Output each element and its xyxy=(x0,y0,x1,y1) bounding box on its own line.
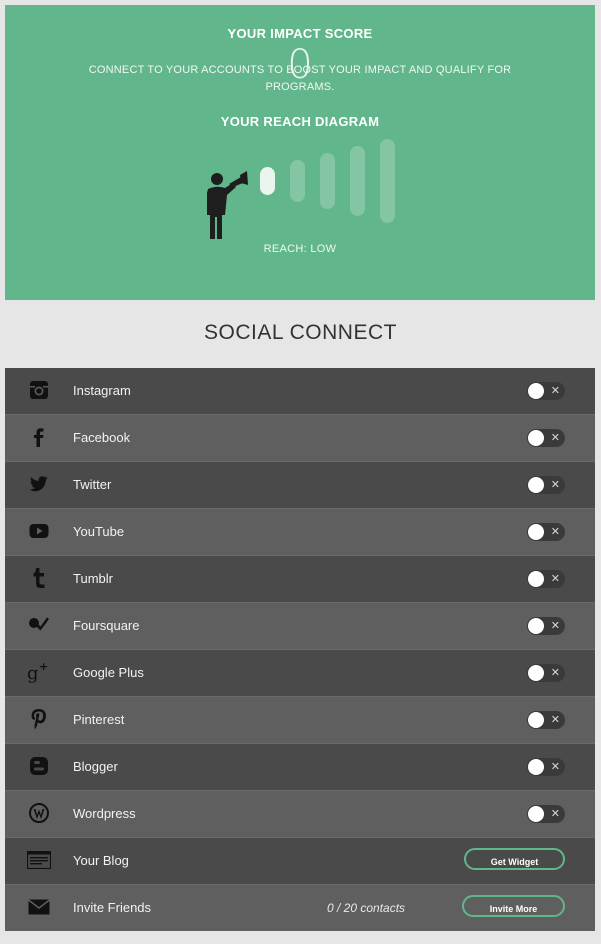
toggle-off-icon: ✕ xyxy=(550,573,560,585)
google-plus-connect-toggle[interactable]: ✕ xyxy=(527,664,565,682)
reach-bar-5 xyxy=(380,139,395,223)
toggle-off-icon: ✕ xyxy=(550,385,560,397)
reach-bar-2 xyxy=(290,160,305,202)
twitter-icon xyxy=(27,472,51,496)
reach-bar-4 xyxy=(350,146,365,216)
toggle-off-icon: ✕ xyxy=(550,808,560,820)
account-label: Google Plus xyxy=(73,665,144,680)
twitter-connect-toggle[interactable]: ✕ xyxy=(527,476,565,494)
foursquare-connect-toggle[interactable]: ✕ xyxy=(527,617,565,635)
account-row-facebook: Facebook ✕ xyxy=(5,415,595,462)
blogger-icon xyxy=(27,754,51,778)
account-row-wordpress: Wordpress ✕ xyxy=(5,791,595,838)
account-label: Tumblr xyxy=(73,571,113,586)
account-label: Blogger xyxy=(73,759,118,774)
toggle-off-icon: ✕ xyxy=(550,432,560,444)
invite-friends-label: Invite Friends xyxy=(73,900,152,915)
toggle-knob xyxy=(528,806,544,822)
toggle-knob xyxy=(528,524,544,540)
toggle-knob xyxy=(528,383,544,399)
reach-bar-1 xyxy=(260,167,275,195)
youtube-icon xyxy=(27,519,51,543)
toggle-off-icon: ✕ xyxy=(550,761,560,773)
account-row-foursquare: Foursquare ✕ xyxy=(5,603,595,650)
invite-contacts-count: 0 / 20 contacts xyxy=(327,901,406,915)
account-row-instagram: Instagram ✕ xyxy=(5,368,595,415)
toggle-off-icon: ✕ xyxy=(550,479,560,491)
social-connect-title: SOCIAL CONNECT xyxy=(204,321,397,344)
pinterest-icon xyxy=(27,707,51,731)
account-row-tumblr: Tumblr ✕ xyxy=(5,556,595,603)
instagram-connect-toggle[interactable]: ✕ xyxy=(527,382,565,400)
reach-bar-3 xyxy=(320,153,335,209)
account-row-pinterest: Pinterest ✕ xyxy=(5,697,595,744)
tumblr-connect-toggle[interactable]: ✕ xyxy=(527,570,565,588)
toggle-knob xyxy=(528,430,544,446)
blogger-connect-toggle[interactable]: ✕ xyxy=(527,758,565,776)
reach-bars xyxy=(5,5,595,300)
account-label: Twitter xyxy=(73,477,112,492)
social-accounts-list: Instagram ✕ Facebook ✕ Twitter ✕ YouTube… xyxy=(5,368,595,931)
account-label: Wordpress xyxy=(73,806,136,821)
account-row-twitter: Twitter ✕ xyxy=(5,462,595,509)
facebook-icon xyxy=(27,425,51,449)
envelope-icon xyxy=(27,895,51,919)
instagram-icon xyxy=(27,378,51,402)
account-label: Pinterest xyxy=(73,712,125,727)
youtube-connect-toggle[interactable]: ✕ xyxy=(527,523,565,541)
get-widget-button[interactable]: Get Widget xyxy=(464,848,565,870)
account-label: YouTube xyxy=(73,524,125,539)
account-label: Facebook xyxy=(73,430,131,445)
toggle-knob xyxy=(528,712,544,728)
tumblr-icon xyxy=(27,566,51,590)
blog-document-icon xyxy=(27,848,51,872)
toggle-off-icon: ✕ xyxy=(550,714,560,726)
account-row-google-plus: g + Google Plus ✕ xyxy=(5,650,595,697)
invite-friends-row: Invite Friends 0 / 20 contacts Invite Mo… xyxy=(5,885,595,931)
toggle-off-icon: ✕ xyxy=(550,667,560,679)
svg-text:+: + xyxy=(39,661,48,673)
wordpress-icon xyxy=(27,801,51,825)
account-label: Foursquare xyxy=(73,618,140,633)
svg-text:g: g xyxy=(27,663,39,683)
blog-widget-row: Your Blog Get Widget xyxy=(5,838,595,885)
foursquare-icon xyxy=(27,613,51,637)
account-label: Instagram xyxy=(73,383,131,398)
facebook-connect-toggle[interactable]: ✕ xyxy=(527,429,565,447)
wordpress-connect-toggle[interactable]: ✕ xyxy=(527,805,565,823)
toggle-knob xyxy=(528,477,544,493)
toggle-off-icon: ✕ xyxy=(550,526,560,538)
toggle-off-icon: ✕ xyxy=(550,620,560,632)
account-row-youtube: YouTube ✕ xyxy=(5,509,595,556)
toggle-knob xyxy=(528,665,544,681)
pinterest-connect-toggle[interactable]: ✕ xyxy=(527,711,565,729)
toggle-knob xyxy=(528,759,544,775)
blog-label: Your Blog xyxy=(73,853,129,868)
google-plus-icon: g + xyxy=(27,660,51,684)
account-row-blogger: Blogger ✕ xyxy=(5,744,595,791)
invite-more-button[interactable]: Invite More xyxy=(462,895,565,917)
reach-status: REACH: LOW xyxy=(263,243,337,255)
toggle-knob xyxy=(528,618,544,634)
toggle-knob xyxy=(528,571,544,587)
impact-panel: YOUR IMPACT SCORE 0 CONNECT TO YOUR ACCO… xyxy=(5,5,595,300)
